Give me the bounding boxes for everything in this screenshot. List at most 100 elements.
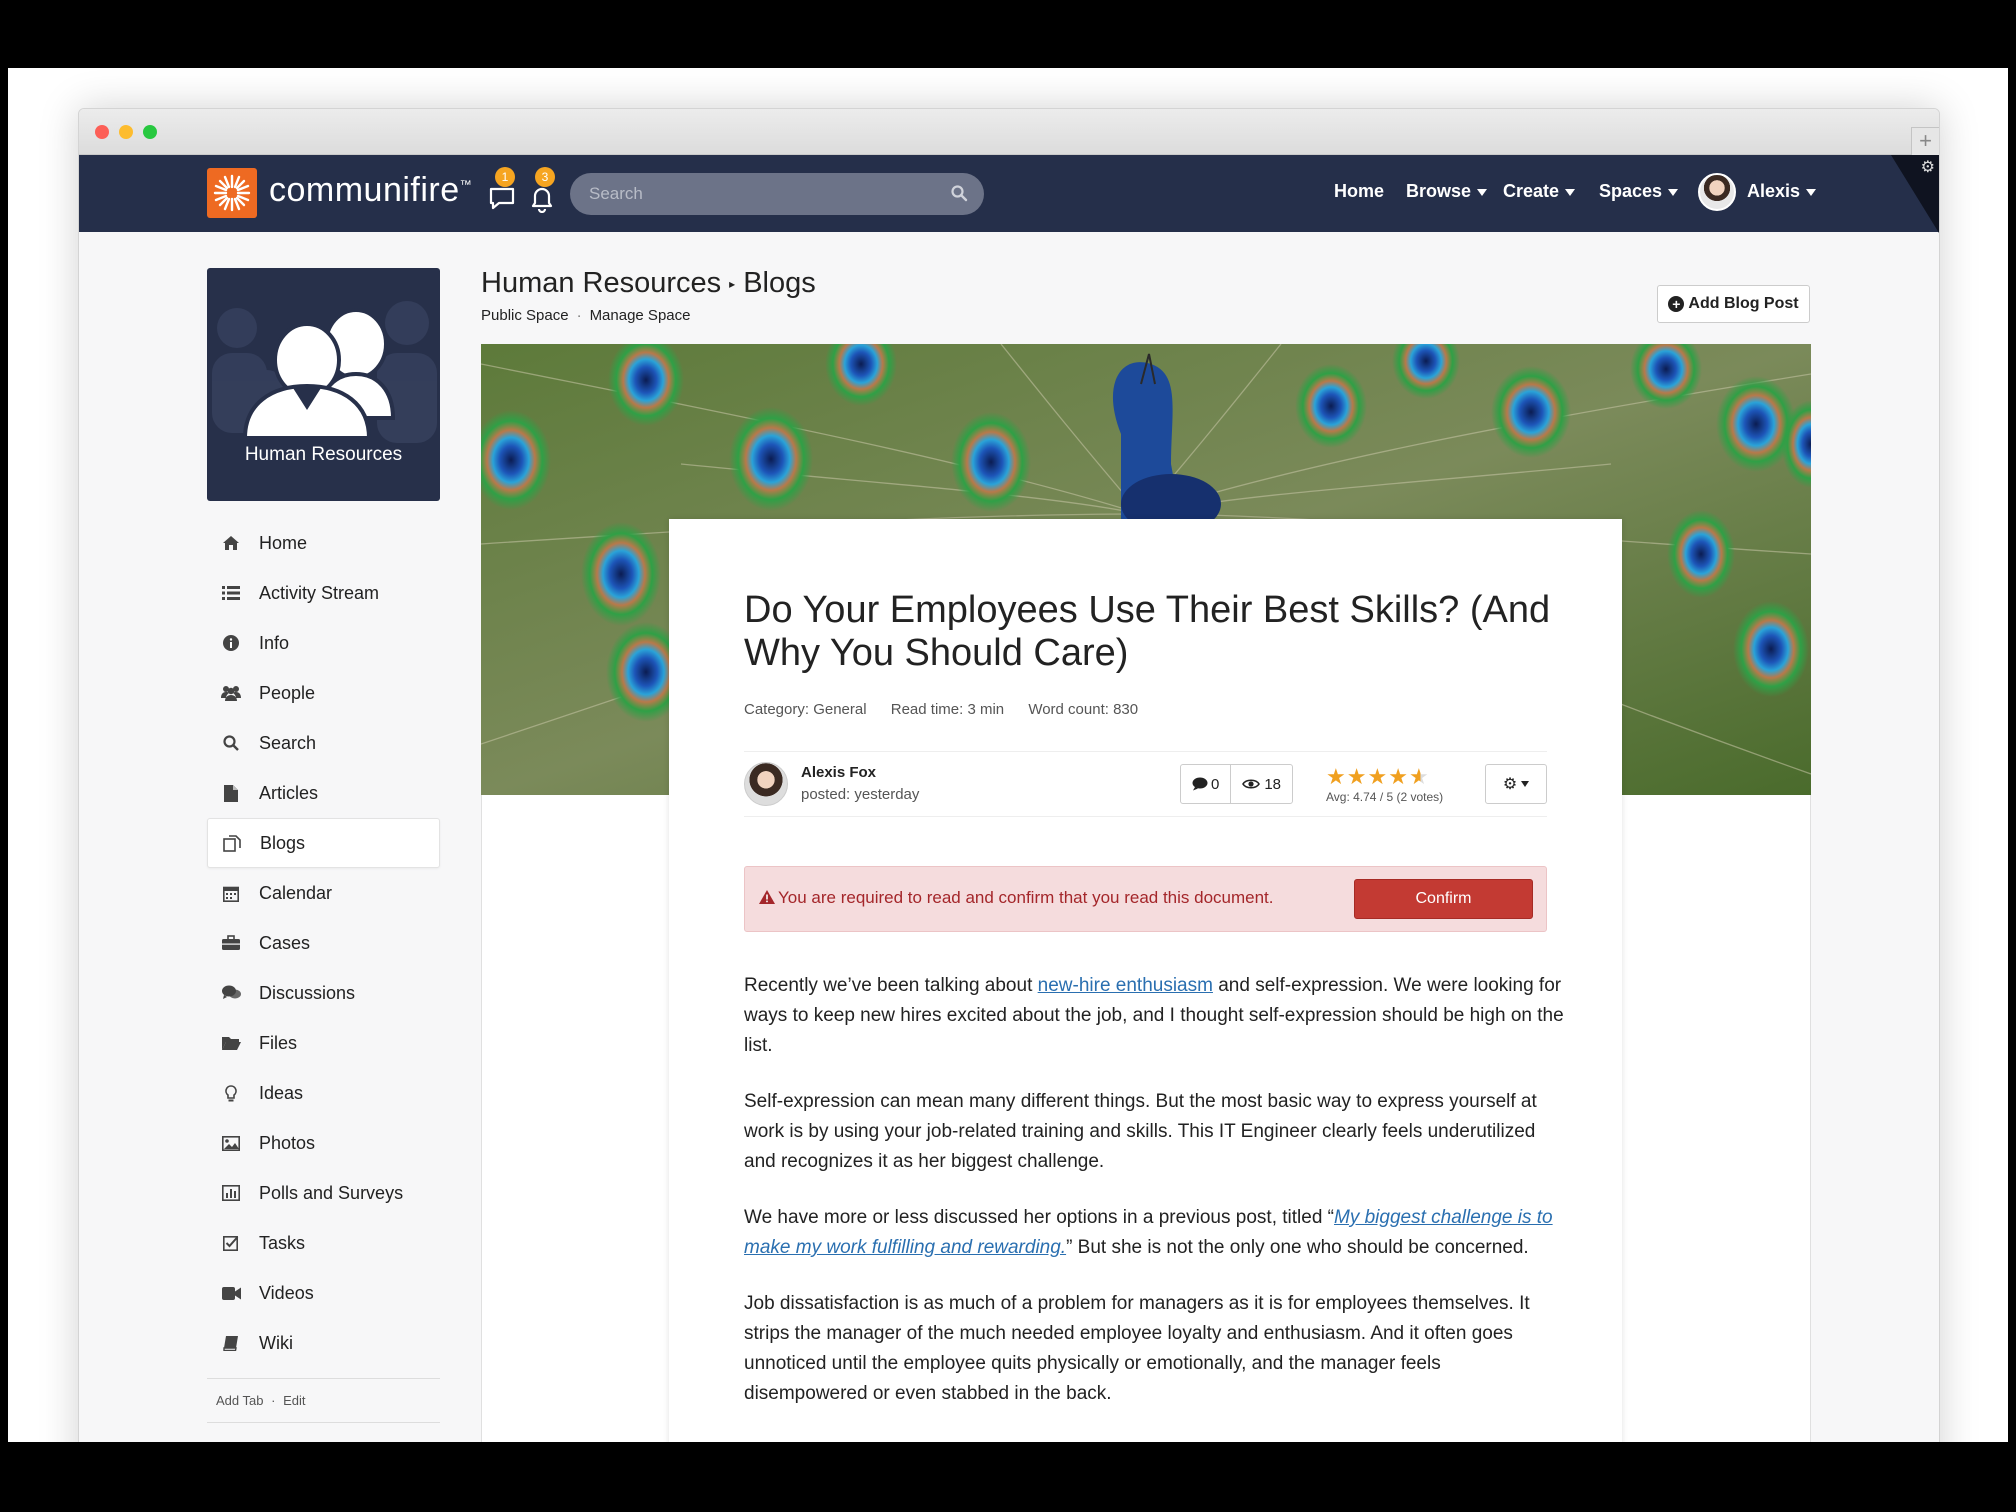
sidebar-item-label: Wiki	[259, 1332, 293, 1353]
star-rating[interactable]: ★★★★★	[1326, 764, 1430, 790]
sidebar-item-tasks[interactable]: Tasks	[207, 1218, 440, 1268]
notifications-button[interactable]: 3	[527, 167, 561, 213]
public-space-link[interactable]: Public Space	[481, 307, 569, 324]
sidebar-item-cases[interactable]: Cases	[207, 918, 440, 968]
communifire-logo[interactable]	[207, 168, 257, 218]
space-sidebar: Home Activity Stream Info People Search …	[207, 518, 440, 1423]
sidebar-item-label: Tasks	[259, 1232, 306, 1253]
user-menu[interactable]: Alexis	[1747, 181, 1817, 202]
sidebar-item-ideas[interactable]: Ideas	[207, 1068, 440, 1118]
star-icon[interactable]: ★	[1388, 764, 1409, 789]
sidebar-item-activity-stream[interactable]: Activity Stream	[207, 568, 440, 618]
confirm-button[interactable]: Confirm	[1354, 879, 1533, 919]
comments-count-button[interactable]: 0	[1181, 765, 1230, 803]
article-meta: Category: General Read time: 3 min Word …	[744, 701, 1158, 718]
space-card[interactable]: Human Resources	[207, 268, 440, 501]
sidebar-item-label: Calendar	[259, 882, 333, 903]
star-icon[interactable]: ★	[1367, 764, 1388, 789]
sidebar-item-wiki[interactable]: Wiki	[207, 1318, 440, 1368]
sidebar-item-search[interactable]: Search	[207, 718, 440, 768]
bell-icon	[531, 187, 553, 213]
comments-icon	[221, 984, 241, 1002]
sidebar-item-people[interactable]: People	[207, 668, 440, 718]
image-icon	[221, 1134, 241, 1152]
sidebar-item-polls-and-surveys[interactable]: Polls and Surveys	[207, 1168, 440, 1218]
close-window-button[interactable]	[95, 125, 109, 139]
article-word-count: Word count: 830	[1028, 701, 1139, 718]
comments-count: 0	[1211, 775, 1220, 793]
search-bar	[570, 173, 984, 215]
people-icon	[221, 684, 241, 702]
nav-spaces-label: Spaces	[1599, 181, 1663, 201]
sidebar-item-photos[interactable]: Photos	[207, 1118, 440, 1168]
manage-space-link[interactable]: Manage Space	[590, 307, 691, 324]
star-icon[interactable]: ★	[1347, 764, 1368, 789]
views-count-value: 18	[1264, 775, 1282, 793]
sidebar-item-articles[interactable]: Articles	[207, 768, 440, 818]
author-name[interactable]: Alexis Fox	[801, 764, 876, 781]
rating-average: Avg: 4.74 / 5 (2 votes)	[1326, 790, 1444, 804]
author-bar: Alexis Fox posted: yesterday 0 18 ★★★★★ …	[744, 751, 1547, 817]
user-avatar[interactable]	[1698, 173, 1736, 211]
notifications-badge: 3	[535, 167, 555, 187]
nav-spaces-menu[interactable]: Spaces	[1599, 181, 1679, 202]
sidebar-item-videos[interactable]: Videos	[207, 1268, 440, 1318]
views-count: 18	[1230, 765, 1292, 803]
caret-down-icon	[1806, 188, 1817, 196]
top-navbar: ⚙ communifire™ 1 3 Search Home Browse Cr…	[79, 155, 1939, 233]
half-star-icon[interactable]: ★	[1409, 764, 1430, 789]
eye-icon	[1242, 779, 1261, 789]
sidebar-item-label: Videos	[259, 1282, 314, 1303]
paragraph-text: We have more or less discussed her optio…	[744, 1207, 1334, 1228]
new-tab-button[interactable]: +	[1911, 127, 1939, 155]
add-tab-link[interactable]: Add Tab	[216, 1393, 263, 1408]
edit-tabs-link[interactable]: Edit	[283, 1393, 305, 1408]
nav-home-link[interactable]: Home	[1334, 181, 1384, 202]
article-options-button[interactable]: ⚙	[1485, 764, 1547, 804]
list-icon	[221, 584, 241, 602]
paragraph: Self-expression can mean many different …	[744, 1091, 1537, 1172]
lightbulb-icon	[221, 1084, 241, 1102]
breadcrumb-space-link[interactable]: Human Resources	[481, 267, 721, 299]
author-avatar[interactable]	[744, 762, 788, 806]
title-bar: +	[79, 109, 1939, 155]
checkbox-icon	[221, 1234, 241, 1252]
messages-button[interactable]: 1	[487, 167, 521, 213]
nav-create-menu[interactable]: Create	[1503, 181, 1576, 202]
chat-bubble-icon	[489, 187, 515, 210]
sidebar-item-calendar[interactable]: Calendar	[207, 868, 440, 918]
add-blog-post-button[interactable]: + Add Blog Post	[1657, 285, 1810, 323]
article-body: Recently we’ve been talking about new-hi…	[744, 971, 1564, 1435]
sidebar-item-files[interactable]: Files	[207, 1018, 440, 1068]
blog-icon	[222, 834, 242, 852]
messages-badge: 1	[495, 167, 515, 187]
sidebar-item-label: Discussions	[259, 982, 356, 1003]
sidebar-item-label: Ideas	[259, 1082, 304, 1103]
star-icon[interactable]: ★	[1326, 764, 1347, 789]
sidebar-item-discussions[interactable]: Discussions	[207, 968, 440, 1018]
read-confirm-alert: You are required to read and confirm tha…	[744, 866, 1547, 932]
alert-text: You are required to read and confirm tha…	[778, 888, 1274, 907]
paragraph: Recently we’ve been talking about new-hi…	[744, 971, 1564, 1061]
sidebar-item-info[interactable]: Info	[207, 618, 440, 668]
sidebar-item-blogs[interactable]: Blogs	[207, 818, 440, 868]
gear-icon[interactable]: ⚙	[1921, 157, 1935, 177]
paragraph: We have more or less discussed her optio…	[744, 1203, 1564, 1263]
briefcase-icon	[221, 934, 241, 952]
sidebar-item-label: Search	[259, 732, 317, 753]
separator-dot: ·	[271, 1393, 276, 1408]
space-sublinks: Public Space · Manage Space	[481, 307, 690, 324]
nav-browse-menu[interactable]: Browse	[1406, 181, 1488, 202]
minimize-window-button[interactable]	[119, 125, 133, 139]
search-input[interactable]	[570, 173, 984, 215]
breadcrumb-section[interactable]: Blogs	[743, 267, 816, 299]
new-hire-enthusiasm-link[interactable]: new-hire enthusiasm	[1038, 975, 1213, 996]
alert-message: You are required to read and confirm tha…	[759, 888, 1274, 908]
search-icon[interactable]	[950, 184, 968, 202]
sidebar-item-home[interactable]: Home	[207, 518, 440, 568]
paragraph-text: Recently we’ve been talking about	[744, 975, 1038, 996]
article-title: Do Your Employees Use Their Best Skills?…	[744, 589, 1551, 674]
maximize-window-button[interactable]	[143, 125, 157, 139]
screen: + ⚙ communifire™ 1 3 Search Home Browse …	[8, 68, 2008, 1442]
brand-name[interactable]: communifire™	[269, 171, 472, 210]
